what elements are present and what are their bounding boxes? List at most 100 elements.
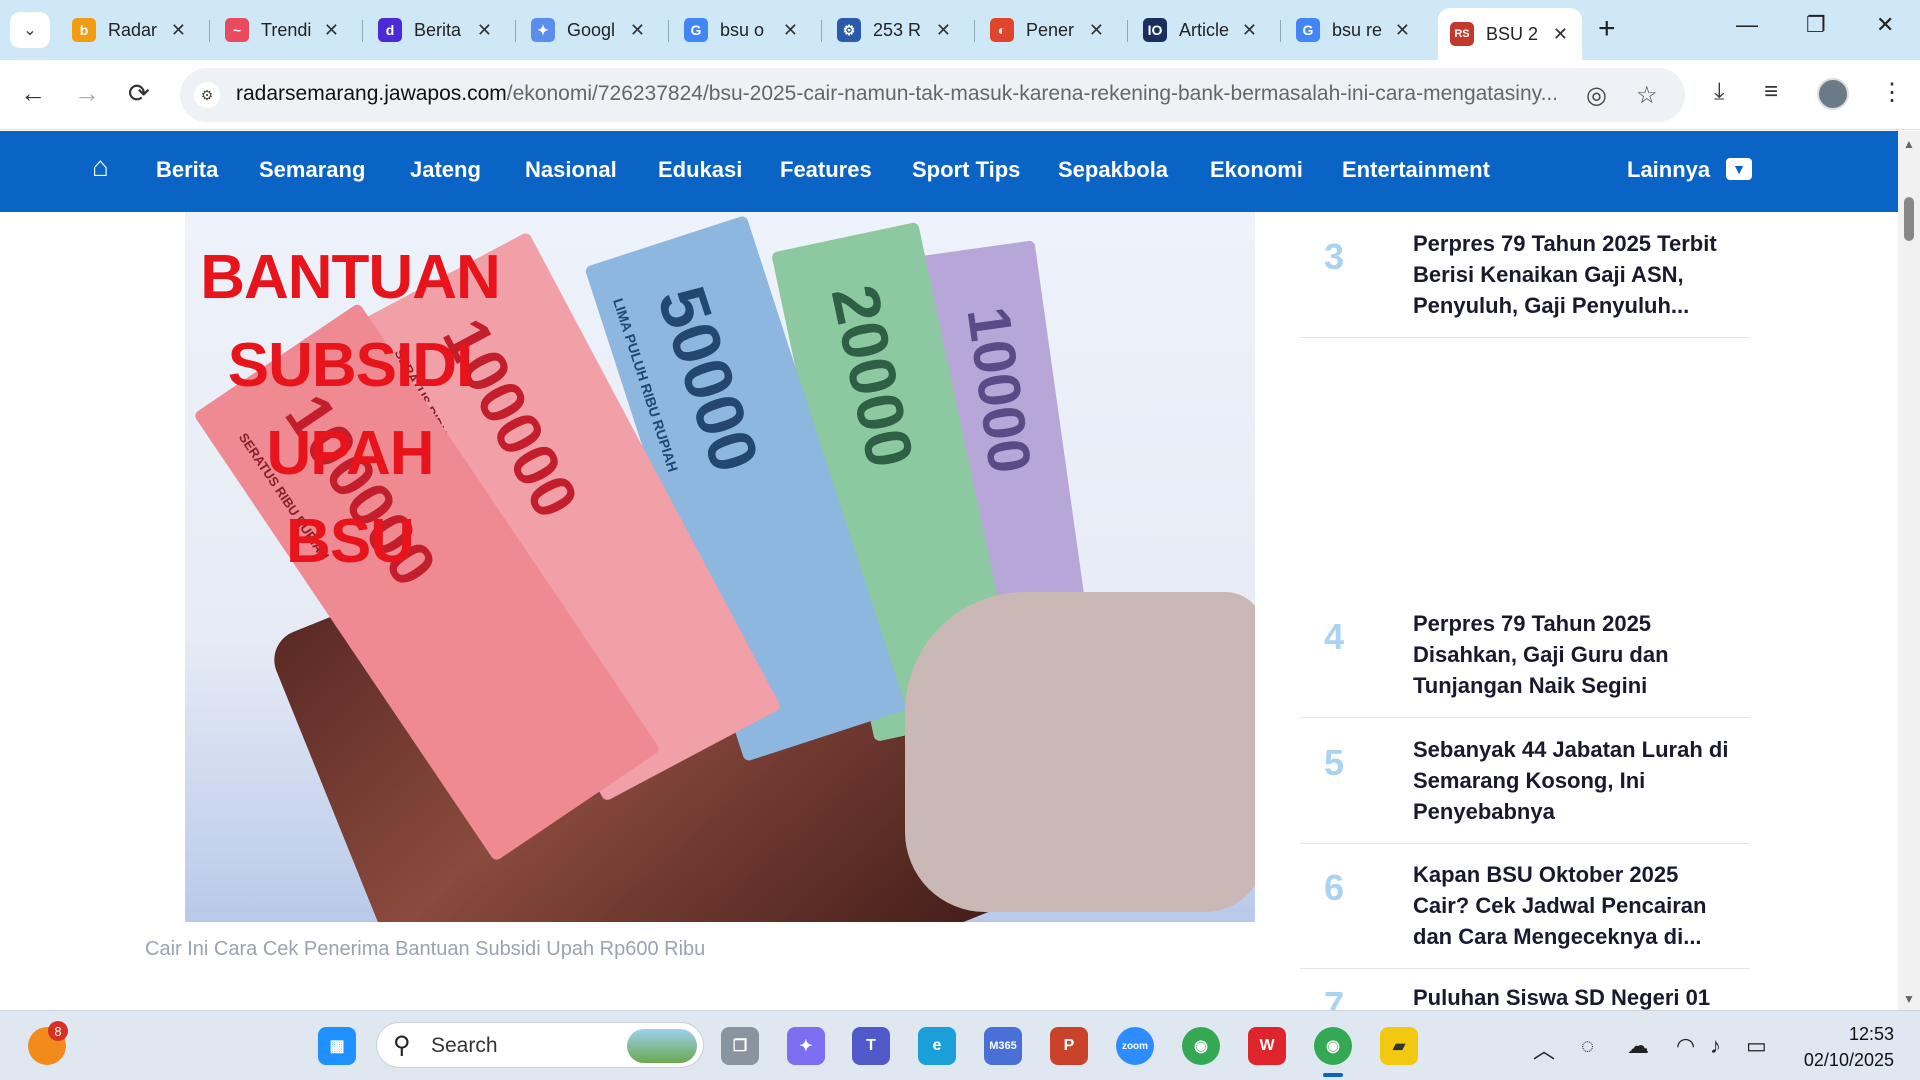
trending-title[interactable]: Puluhan Siswa SD Negeri 01 xyxy=(1413,982,1738,1010)
close-icon[interactable]: ✕ xyxy=(477,20,492,41)
media-control-icon[interactable]: ≡ xyxy=(1764,78,1778,106)
tab-favicon-icon: d xyxy=(378,18,402,42)
trending-item[interactable]: 6 Kapan BSU Oktober 2025 Cair? Cek Jadwa… xyxy=(1300,853,1750,969)
browser-tab[interactable]: G bsu o ✕ xyxy=(672,8,812,52)
tab-favicon-icon: G xyxy=(684,18,708,42)
window-close-icon[interactable]: ✕ xyxy=(1876,12,1894,38)
volume-icon[interactable]: ♪ xyxy=(1710,1033,1721,1059)
more-menu-icon[interactable]: ⋮ xyxy=(1880,78,1904,107)
show-hidden-icons-chevron-icon[interactable]: ︿ xyxy=(1533,1033,1555,1065)
nav-item-berita[interactable]: Berita xyxy=(156,157,218,183)
chevron-down-icon: ⌄ xyxy=(23,22,37,39)
tab-favicon-icon: ~ xyxy=(225,18,249,42)
wifi-icon[interactable]: ◠ xyxy=(1676,1033,1695,1059)
nav-item-lainnya[interactable]: Lainnya xyxy=(1627,157,1710,183)
nav-item-sepakbola[interactable]: Sepakbola xyxy=(1058,157,1168,183)
windows-start-icon[interactable]: ▦ xyxy=(318,1027,356,1065)
trending-title[interactable]: Perpres 79 Tahun 2025 Terbit Berisi Kena… xyxy=(1413,228,1738,321)
home-icon[interactable]: ⌂ xyxy=(92,151,109,183)
reload-icon[interactable]: ⟳ xyxy=(128,78,150,109)
caret-down-icon[interactable]: ▼ xyxy=(1726,158,1752,180)
trending-title[interactable]: Perpres 79 Tahun 2025 Disahkan, Gaji Gur… xyxy=(1413,608,1738,701)
browser-tab[interactable]: b Radar ✕ xyxy=(60,8,200,52)
trending-item[interactable]: 7 Puluhan Siswa SD Negeri 01 xyxy=(1300,978,1750,1010)
nav-item-semarang[interactable]: Semarang xyxy=(259,157,365,183)
tab-favicon-icon: ⚙ xyxy=(837,18,861,42)
browser-tab[interactable]: d Berita ✕ xyxy=(366,8,506,52)
minimize-icon[interactable]: — xyxy=(1736,12,1758,38)
browser-tab-active[interactable]: RS BSU 2 ✕ xyxy=(1438,8,1582,60)
nav-item-entertainment[interactable]: Entertainment xyxy=(1342,157,1490,183)
back-arrow-icon[interactable]: ← xyxy=(20,78,46,109)
forward-arrow-icon[interactable]: → xyxy=(74,78,100,109)
restore-icon[interactable]: ❐ xyxy=(1806,12,1826,38)
tab-label: Article xyxy=(1179,19,1230,40)
url-path: /ekonomi/726237824/bsu-2025-cair-namun-t… xyxy=(506,82,1556,105)
address-bar[interactable]: ⚙ radarsemarang.jawapos.com/ekonomi/7262… xyxy=(180,68,1685,122)
close-icon[interactable]: ✕ xyxy=(171,20,186,41)
tab-favicon-icon: RS xyxy=(1450,22,1474,46)
powerpoint-icon[interactable]: P xyxy=(1050,1027,1088,1065)
scrollbar-thumb[interactable] xyxy=(1904,197,1914,241)
trending-item[interactable]: 5 Sebanyak 44 Jabatan Lurah di Semarang … xyxy=(1300,728,1750,844)
nav-item-edukasi[interactable]: Edukasi xyxy=(658,157,742,183)
browser-tab[interactable]: ◐ Pener ✕ xyxy=(978,8,1118,52)
eye-slash-icon[interactable]: ◎ xyxy=(1586,81,1607,110)
tab-favicon-icon: IO xyxy=(1143,18,1167,42)
nav-item-nasional[interactable]: Nasional xyxy=(525,157,617,183)
tab-divider xyxy=(1280,20,1281,42)
browser-tab[interactable]: ~ Trendi ✕ xyxy=(213,8,353,52)
trending-title[interactable]: Kapan BSU Oktober 2025 Cair? Cek Jadwal … xyxy=(1413,859,1738,952)
close-icon[interactable]: ✕ xyxy=(783,20,798,41)
page-scrollbar[interactable]: ▲ ▼ xyxy=(1898,131,1920,1010)
search-label: Search xyxy=(431,1034,498,1057)
browser-tab-strip: ⌄ b Radar ✕ ~ Trendi ✕ d Berita ✕ ✦ Goog… xyxy=(0,0,1920,60)
close-icon[interactable]: ✕ xyxy=(936,20,951,41)
trending-item[interactable]: 4 Perpres 79 Tahun 2025 Disahkan, Gaji G… xyxy=(1300,602,1750,718)
close-icon[interactable]: ✕ xyxy=(1242,20,1257,41)
nav-item-sport-tips[interactable]: Sport Tips xyxy=(912,157,1020,183)
wps-office-icon[interactable]: W xyxy=(1248,1027,1286,1065)
close-icon[interactable]: ✕ xyxy=(1089,20,1104,41)
tab-label: Trendi xyxy=(261,19,312,40)
nav-item-features[interactable]: Features xyxy=(780,157,872,183)
image-caption: Cair Ini Cara Cek Penerima Bantuan Subsi… xyxy=(145,938,706,960)
browser-toolbar: ← → ⟳ ⚙ radarsemarang.jawapos.com/ekonom… xyxy=(0,60,1920,130)
nav-item-ekonomi[interactable]: Ekonomi xyxy=(1210,157,1303,183)
edge-icon[interactable]: e xyxy=(918,1027,956,1065)
bookmark-star-icon[interactable]: ☆ xyxy=(1636,81,1658,110)
profile-avatar[interactable] xyxy=(1817,78,1849,110)
scroll-up-icon[interactable]: ▲ xyxy=(1903,137,1915,151)
battery-icon[interactable]: ▭ xyxy=(1746,1033,1767,1059)
chrome-profile-icon[interactable]: ◉ xyxy=(1314,1027,1352,1065)
trending-title[interactable]: Sebanyak 44 Jabatan Lurah di Semarang Ko… xyxy=(1413,734,1738,827)
sync-icon[interactable]: ◌ xyxy=(1581,1033,1594,1059)
sticky-notes-icon[interactable]: ▰ xyxy=(1380,1027,1418,1065)
teams-icon[interactable]: T xyxy=(852,1027,890,1065)
scroll-down-icon[interactable]: ▼ xyxy=(1903,992,1915,1006)
trending-item[interactable]: 3 Perpres 79 Tahun 2025 Terbit Berisi Ke… xyxy=(1300,222,1750,338)
tab-label: BSU 2 xyxy=(1486,23,1539,44)
new-tab-plus-icon[interactable]: + xyxy=(1598,12,1616,46)
task-view-icon[interactable]: ❐ xyxy=(721,1027,759,1065)
system-clock[interactable]: 12:53 02/10/2025 xyxy=(1784,1021,1894,1073)
browser-tab[interactable]: IO Article ✕ xyxy=(1131,8,1271,52)
microsoft-365-icon[interactable]: M365 xyxy=(984,1027,1022,1065)
zoom-icon[interactable]: zoom xyxy=(1116,1027,1154,1065)
browser-tab[interactable]: G bsu re ✕ xyxy=(1284,8,1424,52)
copilot-icon[interactable]: ✦ xyxy=(787,1027,825,1065)
close-icon[interactable]: ✕ xyxy=(1395,20,1410,41)
download-icon[interactable]: ⤓ xyxy=(1714,78,1725,106)
url-text[interactable]: radarsemarang.jawapos.com/ekonomi/726237… xyxy=(236,82,1556,106)
close-icon[interactable]: ✕ xyxy=(324,20,339,41)
taskbar-search[interactable]: ⚲ Search xyxy=(376,1022,704,1068)
close-icon[interactable]: ✕ xyxy=(630,20,645,41)
browser-tab[interactable]: ⚙ 253 R ✕ xyxy=(825,8,965,52)
site-info-icon[interactable]: ⚙ xyxy=(194,82,220,108)
nav-item-jateng[interactable]: Jateng xyxy=(410,157,481,183)
onedrive-cloud-icon[interactable]: ☁ xyxy=(1627,1033,1649,1059)
browser-tab[interactable]: ✦ Googl ✕ xyxy=(519,8,659,52)
tab-search-button[interactable]: ⌄ xyxy=(10,12,50,48)
close-icon[interactable]: ✕ xyxy=(1553,24,1568,45)
chrome-icon[interactable]: ◉ xyxy=(1182,1027,1220,1065)
